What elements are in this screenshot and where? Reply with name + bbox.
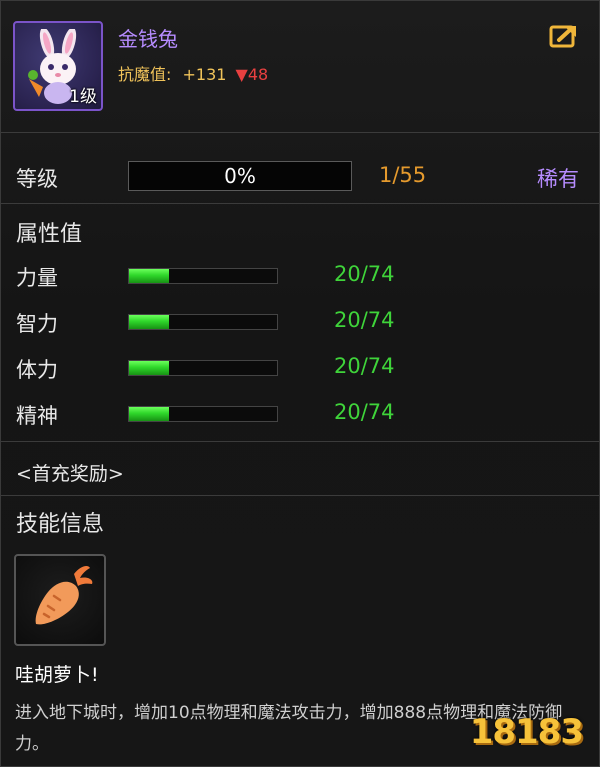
level-count: 1/55 [379, 163, 427, 187]
rarity-label: 稀有 [537, 167, 579, 191]
share-arrow-icon [549, 25, 576, 48]
pet-name: 金钱兔 [118, 27, 178, 51]
level-progress-text: 0% [224, 164, 256, 188]
skill-icon-slot[interactable] [14, 554, 106, 646]
attr-bar-intelligence [128, 314, 278, 330]
divider [1, 495, 599, 496]
attr-label-vitality: 体力 [16, 358, 58, 382]
attr-fill [129, 361, 169, 375]
divider [1, 441, 599, 442]
divider [1, 203, 599, 204]
attr-fill [129, 407, 169, 421]
level-progress-bar: 0% [128, 161, 352, 191]
share-button[interactable] [549, 23, 579, 49]
attr-fill [129, 269, 169, 283]
attr-value-vitality: 20/74 [334, 354, 395, 378]
attr-label-intelligence: 智力 [16, 312, 58, 336]
attr-value-intelligence: 20/74 [334, 308, 395, 332]
resist-value: +131 [182, 65, 227, 84]
pet-avatar[interactable]: 1级 [13, 21, 103, 111]
attr-bar-vitality [128, 360, 278, 376]
attr-bar-spirit [128, 406, 278, 422]
resist-value-row: 抗魔值: +131 ▼48 [118, 61, 268, 85]
pet-level-badge: 1级 [69, 87, 97, 107]
attr-label-strength: 力量 [16, 266, 58, 290]
resist-label: 抗魔值: [118, 65, 172, 84]
pet-info-panel: 1级 金钱兔 抗魔值: +131 ▼48 等级 0% 1/55 稀有 属性值 力… [0, 0, 600, 767]
first-recharge-reward-link[interactable]: <首充奖励> [16, 459, 124, 486]
attr-value-spirit: 20/74 [334, 400, 395, 424]
skill-section-title: 技能信息 [16, 512, 105, 537]
attr-fill [129, 315, 169, 329]
attr-bar-strength [128, 268, 278, 284]
divider [1, 132, 599, 133]
resist-change: ▼48 [235, 65, 269, 84]
attributes-title: 属性值 [16, 222, 83, 247]
carrot-icon [35, 566, 93, 625]
skill-name: 哇胡萝卜! [15, 664, 99, 686]
attr-value-strength: 20/74 [334, 262, 395, 286]
watermark-logo: 18183 [469, 712, 584, 752]
level-label: 等级 [16, 167, 58, 191]
attr-label-spirit: 精神 [16, 404, 58, 428]
watermark-text: 18183 [469, 712, 584, 752]
